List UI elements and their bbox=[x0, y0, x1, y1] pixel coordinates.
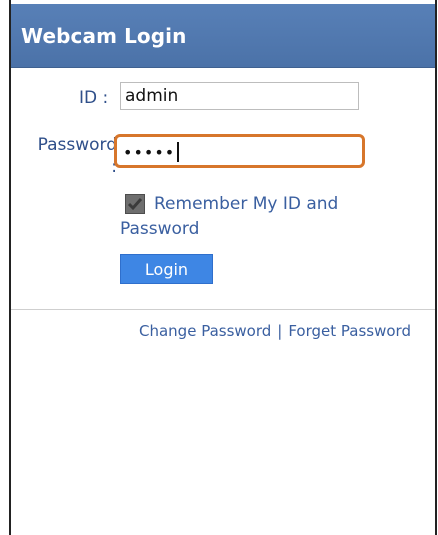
login-button[interactable]: Login bbox=[120, 254, 213, 284]
link-separator: | bbox=[277, 322, 283, 340]
password-value: ••••• bbox=[123, 143, 176, 162]
text-caret bbox=[177, 142, 180, 162]
forget-password-link[interactable]: Forget Password bbox=[288, 322, 411, 340]
password-label-text: Password bbox=[37, 135, 117, 155]
remember-label[interactable]: Remember My ID and Password bbox=[120, 192, 380, 242]
change-password-link[interactable]: Change Password bbox=[139, 322, 271, 340]
password-label-colon: : bbox=[111, 157, 117, 177]
password-input[interactable]: ••••• bbox=[114, 134, 365, 168]
divider bbox=[11, 309, 435, 310]
id-input[interactable]: admin bbox=[120, 82, 359, 110]
page-title: Webcam Login bbox=[21, 24, 187, 48]
password-label: Password : bbox=[21, 134, 117, 178]
title-bar: Webcam Login bbox=[11, 4, 435, 68]
webcam-login-window: Webcam Login ID : admin Password : •••••… bbox=[9, 0, 437, 535]
id-label: ID : bbox=[79, 88, 109, 108]
footer-links: Change Password | Forget Password bbox=[139, 322, 411, 340]
